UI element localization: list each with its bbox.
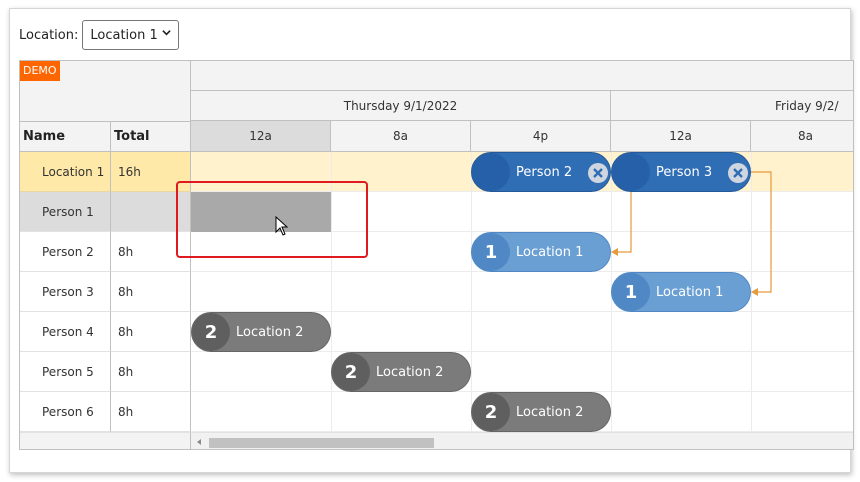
hour-header: 4p — [471, 121, 611, 152]
hour-header: 8a — [331, 121, 471, 152]
event-text: Location 2 — [516, 404, 584, 420]
scheduler: DEMO Name Total Thursday 9/1/2022 Friday… — [19, 60, 854, 450]
hour-header: 12a — [611, 121, 751, 152]
event-text: Person 2 — [516, 164, 573, 180]
row-total: 8h — [111, 392, 191, 432]
row-total: 8h — [111, 352, 191, 392]
highlight-box — [176, 181, 368, 258]
event-location-2[interactable]: 2 Location 2 — [331, 352, 471, 392]
row-total: 8h — [111, 272, 191, 312]
mouse-cursor-icon — [275, 216, 289, 236]
event-badge: 2 — [192, 313, 230, 351]
demo-badge: DEMO — [20, 61, 60, 81]
hour-header: 8a — [751, 121, 853, 152]
event-text: Location 2 — [376, 364, 444, 380]
row-header-person-5[interactable]: Person 5 — [20, 352, 111, 392]
row-header-person-1[interactable]: Person 1 — [20, 192, 111, 232]
event-badge — [612, 153, 650, 191]
event-badge: 2 — [472, 393, 510, 431]
row-header-location-1[interactable]: Location 1 — [20, 152, 111, 192]
row-header-person-3[interactable]: Person 3 — [20, 272, 111, 312]
horizontal-scrollbar[interactable] — [191, 432, 853, 449]
row-header-person-2[interactable]: Person 2 — [20, 232, 111, 272]
event-text: Location 1 — [516, 244, 584, 260]
event-location-2[interactable]: 2 Location 2 — [471, 392, 611, 432]
toolbar: Location: Location 1 — [19, 20, 180, 50]
event-badge: 2 — [332, 353, 370, 391]
column-header-name[interactable]: Name — [20, 121, 111, 152]
row-grid[interactable] — [191, 272, 853, 312]
event-location-1[interactable]: 1 Location 1 — [611, 272, 751, 312]
scroll-left-arrow-icon[interactable] — [195, 438, 203, 446]
day-header: Thursday 9/1/2022 — [191, 91, 611, 121]
event-person-3[interactable]: Person 3 — [611, 152, 751, 192]
event-text: Person 3 — [656, 164, 713, 180]
row-header-person-6[interactable]: Person 6 — [20, 392, 111, 432]
event-text: Location 1 — [656, 284, 724, 300]
scheduler-corner: DEMO — [20, 61, 191, 121]
row-grid[interactable] — [191, 352, 853, 392]
close-icon[interactable] — [728, 163, 748, 183]
event-text: Location 2 — [236, 324, 304, 340]
event-location-2[interactable]: 2 Location 2 — [191, 312, 331, 352]
scheduler-footer — [20, 432, 191, 449]
location-select[interactable]: Location 1 — [82, 20, 180, 50]
event-badge — [472, 153, 510, 191]
scrollbar-thumb[interactable] — [209, 438, 434, 448]
grid-line — [471, 152, 472, 432]
chevron-down-icon — [162, 30, 172, 36]
row-total: 8h — [111, 312, 191, 352]
location-select-value: Location 1 — [90, 27, 158, 43]
location-label: Location: — [19, 27, 79, 43]
row-header-person-4[interactable]: Person 4 — [20, 312, 111, 352]
hour-header: 12a — [191, 121, 331, 152]
column-header-total[interactable]: Total — [111, 121, 191, 152]
timeline-header-top — [191, 61, 853, 91]
event-person-2[interactable]: Person 2 — [471, 152, 611, 192]
event-badge: 1 — [612, 273, 650, 311]
day-header: Friday 9/2/ — [611, 91, 853, 121]
event-badge: 1 — [472, 233, 510, 271]
event-location-1[interactable]: 1 Location 1 — [471, 232, 611, 272]
close-icon[interactable] — [588, 163, 608, 183]
grid-line — [751, 152, 752, 432]
